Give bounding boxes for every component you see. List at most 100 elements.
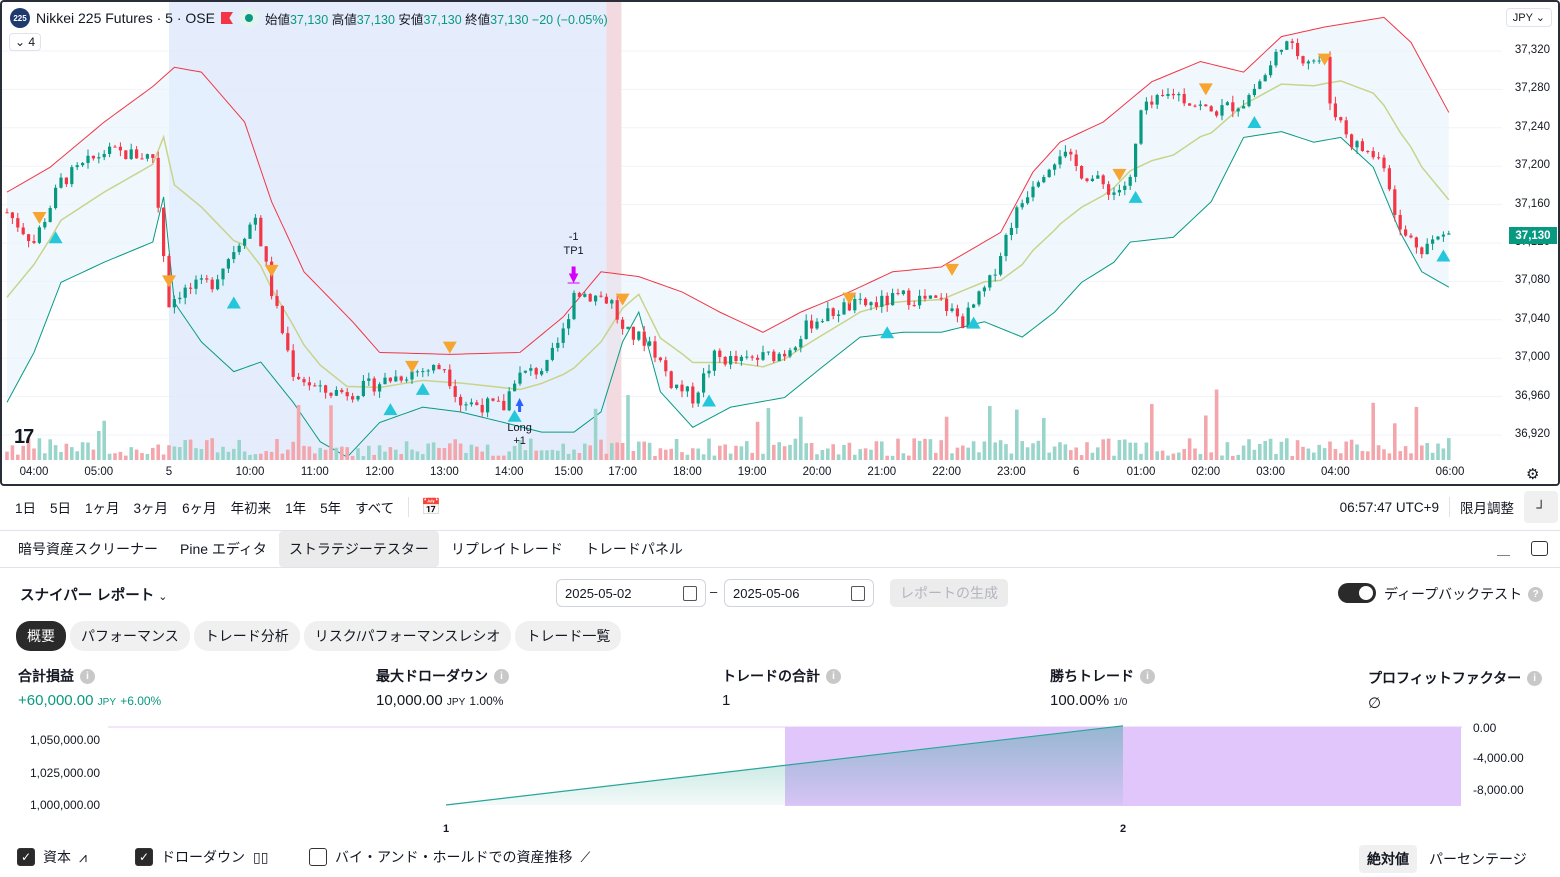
drawdown-checkbox[interactable]: ✓ ドローダウン ▯▯: [135, 847, 268, 867]
settings-gear-icon[interactable]: ⚙: [1526, 465, 1539, 483]
info-icon[interactable]: i: [1527, 670, 1543, 686]
report-selector[interactable]: スナイパー レポート ⌄: [20, 584, 168, 605]
generate-report-button[interactable]: レポートの生成: [890, 579, 1008, 607]
candle-body: [1036, 182, 1040, 187]
subtab-0[interactable]: 概要: [16, 621, 66, 651]
bar-chart-icon: ▯▯: [253, 848, 269, 865]
panel-tab-0[interactable]: 暗号資産スクリーナー: [8, 531, 168, 567]
subtab-1[interactable]: パフォーマンス: [70, 621, 190, 651]
maximize-icon[interactable]: [1531, 541, 1548, 556]
volume-bar: [885, 455, 889, 460]
panel-tab-1[interactable]: Pine エディタ: [170, 531, 277, 567]
volume-bar: [259, 453, 263, 460]
volume-bar: [134, 449, 139, 460]
symbol-title[interactable]: Nikkei 225 Futures · 5 · OSE: [36, 10, 215, 26]
subtab-2[interactable]: トレード分析: [193, 621, 300, 651]
equity-checkbox[interactable]: ✓ 資本 ⩘: [17, 847, 87, 867]
volume-bar: [410, 449, 414, 460]
candle-body: [588, 294, 592, 302]
time-axis-tick: 13:00: [430, 466, 459, 478]
volume-bar: [766, 408, 771, 460]
calendar-icon[interactable]: [851, 586, 865, 601]
volume-bar: [728, 453, 733, 460]
range-button-6[interactable]: 1年: [285, 497, 306, 517]
date-to-input[interactable]: 2025-05-06: [724, 579, 874, 607]
candle-body: [1398, 214, 1402, 230]
info-icon[interactable]: i: [494, 668, 509, 684]
help-icon[interactable]: ?: [1528, 586, 1544, 602]
volume-bar: [1079, 455, 1084, 460]
volume-bar: [280, 453, 285, 460]
contract-adjust-button[interactable]: 限月調整: [1449, 497, 1514, 517]
absolute-mode-button[interactable]: 絶対値: [1359, 845, 1417, 873]
collapse-panel-icon[interactable]: ┘: [1524, 491, 1558, 523]
panel-tab-3[interactable]: リプレイトレード: [441, 531, 573, 567]
volume-bar: [1285, 438, 1289, 460]
volume-bar: [1344, 441, 1348, 460]
buy-hold-checkbox[interactable]: バイ・アンド・ホールドでの資産推移 ⟋: [309, 847, 590, 867]
subtab-4[interactable]: トレード一覧: [515, 621, 622, 651]
volume-bar: [91, 449, 96, 460]
volume-bar: [205, 440, 209, 460]
volume-bar: [664, 449, 668, 460]
date-from-input[interactable]: 2025-05-02: [556, 579, 706, 607]
info-icon[interactable]: i: [1140, 668, 1155, 684]
indicators-collapse-button[interactable]: ⌄ 4: [9, 33, 42, 51]
candle-body: [977, 291, 981, 305]
range-button-8[interactable]: すべて: [355, 497, 394, 517]
range-button-1[interactable]: 5日: [50, 497, 71, 517]
volume-bar: [377, 445, 382, 460]
time-axis-tick: 21:00: [867, 466, 897, 478]
volume-bar: [140, 453, 144, 460]
deep-backtest-toggle[interactable]: [1338, 583, 1376, 603]
subtab-3[interactable]: リスク/パフォーマンスレシオ: [303, 621, 512, 651]
percentage-mode-button[interactable]: パーセンテージ: [1429, 849, 1527, 869]
info-icon[interactable]: i: [826, 668, 841, 684]
volume-bar: [788, 444, 792, 460]
candle-body: [351, 396, 355, 400]
volume-bar: [302, 445, 306, 460]
info-icon[interactable]: i: [80, 668, 95, 684]
candle-body: [426, 370, 430, 372]
candle-body: [86, 155, 90, 163]
range-button-7[interactable]: 5年: [320, 497, 341, 517]
flag-icon[interactable]: [220, 12, 233, 24]
volume-bar: [399, 453, 403, 460]
price-chart[interactable]: Long +1 -1 TP1 225 Nikkei 225 Futures · 5 ·…: [0, 0, 1560, 486]
clock[interactable]: 06:57:47 UTC+9: [1340, 500, 1439, 515]
candle-body: [610, 300, 614, 304]
volume-bar: [37, 438, 42, 460]
candle-body: [334, 390, 338, 396]
volume-bar: [1220, 455, 1224, 460]
candle-body: [1188, 103, 1192, 106]
candle-body: [102, 153, 106, 158]
candle-body: [1058, 156, 1062, 165]
candle-body: [183, 287, 187, 298]
volume-bar: [188, 439, 193, 460]
panel-tab-2[interactable]: ストラテジーテスター: [278, 531, 439, 567]
candle-body: [1377, 157, 1381, 159]
candle-body: [621, 319, 625, 329]
candle-body: [469, 402, 473, 405]
minimize-icon[interactable]: ＿: [1497, 539, 1510, 558]
currency-button[interactable]: JPY ⌄: [1505, 8, 1552, 27]
range-button-5[interactable]: 年初来: [231, 497, 272, 517]
equity-chart[interactable]: [0, 711, 1560, 841]
volume-bar: [64, 443, 69, 460]
candle-body: [567, 319, 571, 329]
range-button-2[interactable]: 1ヶ月: [85, 497, 120, 517]
candlestick-chart[interactable]: Long+1 -1 TP1: [2, 2, 1560, 486]
range-button-3[interactable]: 3ヶ月: [134, 497, 169, 517]
candle-body: [1317, 60, 1321, 62]
volume-bar: [394, 449, 398, 460]
symbol-legend: 225 Nikkei 225 Futures · 5 · OSE 始値37,13…: [10, 8, 608, 28]
range-button-4[interactable]: 6ヶ月: [182, 497, 217, 517]
panel-tab-4[interactable]: トレードパネル: [575, 531, 693, 567]
range-button-0[interactable]: 1日: [15, 497, 36, 517]
metric-extra: 1/0: [1113, 697, 1128, 708]
volume-bar: [145, 454, 150, 460]
calendar-icon[interactable]: [683, 586, 697, 601]
volume-bar: [750, 452, 754, 460]
tradingview-logo[interactable]: 17: [14, 426, 34, 449]
date-range-calendar-icon[interactable]: 📅: [408, 497, 441, 517]
